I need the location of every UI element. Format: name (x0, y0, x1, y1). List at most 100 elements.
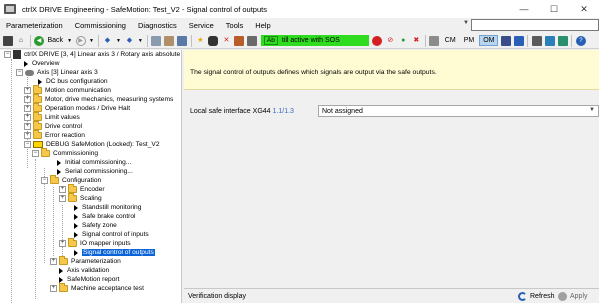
search-input[interactable] (471, 19, 599, 31)
tree-node-io-mapper-inputs[interactable]: + IO mapper inputs (59, 238, 131, 248)
forward-dropdown-icon[interactable]: ▼ (87, 38, 96, 44)
toolbar-separator (190, 34, 192, 47)
parameter-table-icon[interactable] (429, 35, 440, 46)
nav-right-dropdown-icon[interactable]: ▼ (136, 38, 145, 44)
forward-arrow-icon[interactable]: ▶ (75, 35, 86, 46)
nav-left-icon[interactable]: ◆ (102, 36, 112, 46)
expand-icon[interactable]: + (24, 123, 31, 130)
delete-icon[interactable]: ✕ (221, 36, 231, 46)
tree-node-error-reaction[interactable]: + Error reaction (24, 130, 85, 140)
toolbar-separator (29, 34, 31, 47)
back-arrow-icon[interactable]: ◀ (34, 35, 44, 46)
expand-icon[interactable]: + (59, 240, 66, 247)
oscilloscope-icon[interactable] (500, 35, 511, 46)
tree-node-overview[interactable]: Overview (24, 59, 59, 68)
tree-node-dc-bus[interactable]: DC bus configuration (38, 77, 108, 86)
layout-icon[interactable] (531, 35, 542, 46)
back-dropdown-icon[interactable]: ▼ (65, 38, 74, 44)
tree-node-safemotion-report[interactable]: SafeMotion report (59, 275, 119, 284)
menu-help[interactable]: Help (249, 21, 276, 30)
tree-node-axis[interactable]: − Axis [3] Linear axis 3 (16, 68, 98, 77)
export-icon[interactable] (557, 35, 568, 46)
folder-icon (68, 193, 77, 202)
close-button[interactable]: ✕ (569, 0, 599, 18)
expand-icon[interactable]: + (50, 258, 57, 265)
tree-node-scaling[interactable]: + Scaling (59, 193, 102, 203)
mode-pm-button[interactable]: PM (461, 36, 478, 45)
download-icon[interactable] (164, 35, 175, 46)
tree-node-serial-commissioning[interactable]: Serial commissioning... (57, 167, 133, 176)
tree-node-axis-validation[interactable]: Axis validation (59, 266, 109, 275)
favorite-star-icon[interactable]: ★ (195, 36, 205, 46)
expand-icon[interactable]: + (24, 105, 31, 112)
tree-node-label: Axis validation (67, 267, 110, 274)
apply-button[interactable]: Apply (558, 291, 588, 302)
menu-parameterization[interactable]: Parameterization (0, 21, 69, 30)
search-dropdown-icon[interactable]: ▼ (463, 20, 469, 26)
monitor-icon[interactable] (247, 35, 258, 46)
expand-icon[interactable]: + (24, 87, 31, 94)
chevron-down-icon[interactable]: ▼ (589, 107, 595, 113)
mode-om-button[interactable]: OM (479, 35, 499, 46)
window-arrange-icon[interactable] (544, 35, 555, 46)
nav-left-dropdown-icon[interactable]: ▼ (114, 38, 123, 44)
save-icon[interactable] (177, 35, 188, 46)
tree-node-standstill-monitoring[interactable]: Standstill monitoring (74, 203, 141, 212)
tree-node-label: DEBUG SafeMotion (Locked): Test_V2 (46, 141, 160, 148)
home-icon[interactable]: ⌂ (16, 36, 26, 46)
expand-icon[interactable]: + (50, 285, 57, 292)
menu-commissioning[interactable]: Commissioning (69, 21, 132, 30)
minimize-button[interactable]: — (509, 0, 539, 18)
tree-toggle-icon[interactable] (3, 35, 13, 46)
tree-node-encoder[interactable]: + Encoder (59, 184, 105, 194)
upload-icon[interactable] (151, 35, 162, 46)
tree-node-label: Overview (32, 60, 60, 67)
tree-node-parameterization[interactable]: + Parameterization (50, 256, 121, 266)
expand-icon[interactable]: + (24, 132, 31, 139)
chart-icon[interactable] (513, 35, 524, 46)
tree-node-drive[interactable]: − ctrlX DRIVE [3, 4] Linear axis 3 / Rot… (4, 50, 180, 59)
tree-node-signal-control-outputs[interactable]: Signal control of outputs (74, 248, 155, 257)
collapse-icon[interactable]: − (16, 69, 23, 76)
info-text: The signal control of outputs defines wh… (190, 69, 437, 76)
tree-node-label: ctrlX DRIVE [3, 4] Linear axis 3 / Rotar… (24, 51, 181, 58)
menu-service[interactable]: Service (183, 21, 220, 30)
collapse-icon[interactable]: − (41, 177, 48, 184)
drive-settings-icon[interactable] (234, 35, 245, 46)
tree-node-commissioning[interactable]: − Commissioning (32, 148, 98, 158)
maximize-button[interactable]: ☐ (539, 0, 569, 18)
page-arrow-icon (74, 231, 78, 238)
menu-diagnostics[interactable]: Diagnostics (132, 21, 183, 30)
expand-icon[interactable]: + (24, 114, 31, 121)
back-button[interactable]: Back (46, 37, 66, 44)
expand-icon[interactable]: + (24, 96, 31, 103)
mode-cm-button[interactable]: CM (442, 36, 459, 45)
tree-node-signal-control-inputs[interactable]: Signal control of inputs (74, 230, 149, 239)
tree-node-safe-brake-control[interactable]: Safe brake control (74, 212, 136, 221)
tree-node-machine-acceptance-test[interactable]: + Machine acceptance test (50, 283, 144, 293)
refresh-button[interactable]: Refresh (518, 291, 555, 302)
collapse-icon[interactable]: − (32, 150, 39, 157)
tree-node-motor[interactable]: + Motor, drive mechanics, measuring syst… (24, 94, 173, 104)
binoculars-icon[interactable] (208, 35, 219, 46)
enable-icon[interactable]: ● (398, 36, 408, 46)
tree-node-safety-zone[interactable]: Safety zone (74, 221, 117, 230)
collapse-icon[interactable]: − (24, 141, 31, 148)
local-safe-interface-select[interactable]: Not assigned ▼ (318, 105, 599, 117)
expand-icon[interactable]: + (59, 195, 66, 202)
folder-icon (33, 130, 42, 139)
help-icon[interactable]: ? (575, 35, 586, 46)
page-arrow-icon (24, 60, 28, 67)
toolbar-separator (527, 34, 529, 47)
tree-node-initial-commissioning[interactable]: Initial commissioning... (57, 158, 131, 167)
info-banner: The signal control of outputs defines wh… (184, 50, 599, 90)
tree-node-label: Error reaction (45, 132, 85, 139)
expand-icon[interactable]: + (59, 186, 66, 193)
menu-tools[interactable]: Tools (220, 21, 250, 30)
collapse-icon[interactable]: − (4, 51, 11, 58)
tree-node-operation-modes[interactable]: + Operation modes / Drive Halt (24, 103, 130, 113)
stop-icon[interactable]: ⊘ (385, 36, 395, 46)
nav-right-icon[interactable]: ◆ (124, 36, 134, 46)
emergency-stop-icon[interactable] (372, 35, 383, 46)
reset-icon[interactable]: ✖ (411, 36, 421, 46)
